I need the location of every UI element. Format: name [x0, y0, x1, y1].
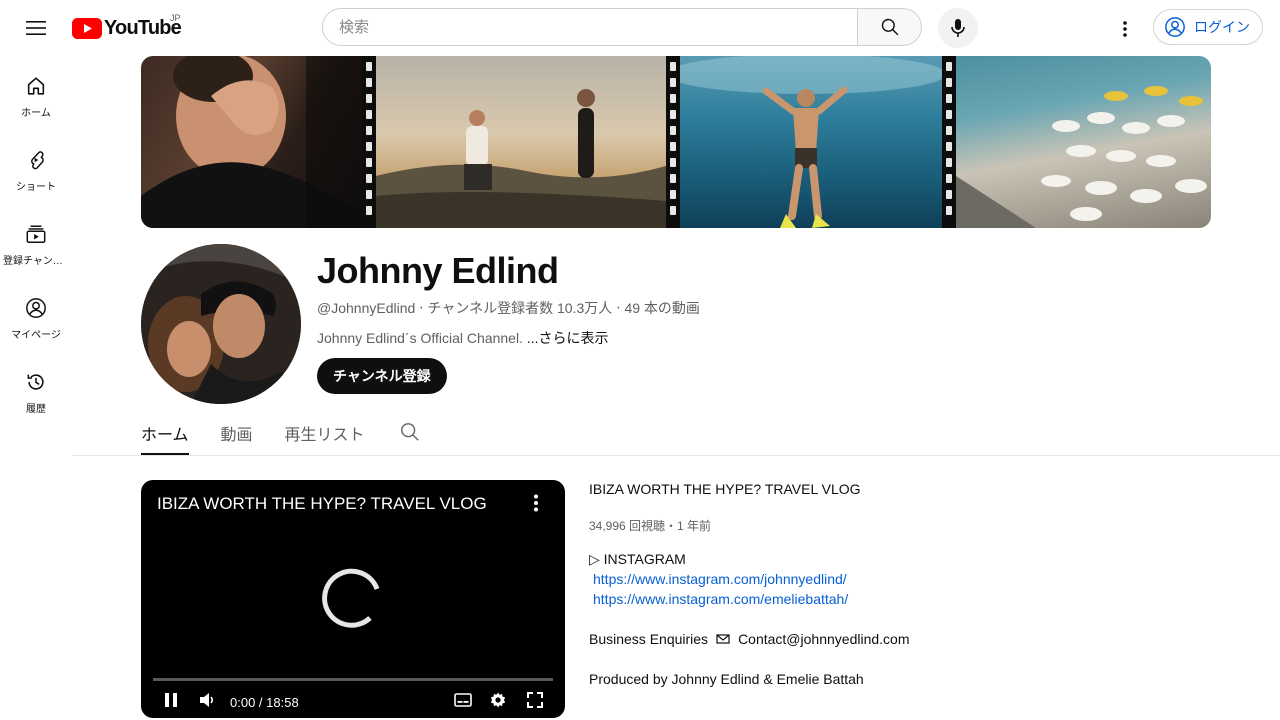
subtitles-button[interactable]	[454, 690, 472, 715]
channel-description[interactable]: Johnny Edlind´s Official Channel. ...さらに…	[317, 328, 609, 348]
banner-photo-proposal	[376, 56, 666, 228]
channel-handle: @JohnnyEdlind	[317, 300, 416, 316]
banner-proposal-art	[376, 89, 666, 228]
channel-banner	[141, 56, 1211, 228]
settings-more-button[interactable]	[1108, 12, 1142, 46]
tab-videos[interactable]: 動画	[221, 413, 253, 455]
business-enquiries-line: Business Enquiries Contact@johnnyedlind.…	[589, 631, 909, 647]
search-icon	[400, 423, 419, 441]
loading-spinner-icon	[322, 568, 380, 628]
mini-guide: ホーム ショート 登録チャンネル マイページ 履歴	[0, 56, 72, 426]
channel-avatar	[141, 244, 301, 404]
meta-separator: ‧	[419, 300, 428, 316]
volume-icon	[200, 693, 214, 707]
guide-item-subscriptions[interactable]: 登録チャンネル	[0, 204, 72, 278]
player-controls: 0:00 / 18:58	[141, 684, 565, 718]
youtube-play-logo-icon	[72, 17, 102, 39]
subtitles-icon	[454, 693, 472, 707]
instagram-heading: ▷ INSTAGRAM	[589, 551, 686, 567]
search-box	[322, 8, 858, 46]
produced-by-line: Produced by Johnny Edlind & Emelie Batta…	[589, 671, 864, 687]
guide-item-you[interactable]: マイページ	[0, 278, 72, 352]
microphone-icon	[951, 19, 965, 37]
avatar-couple-photo	[141, 244, 301, 404]
fullscreen-button[interactable]	[526, 690, 544, 715]
account-circle-icon	[1165, 17, 1185, 37]
subscriber-count: チャンネル登録者数 10.3万人	[427, 300, 613, 316]
tabs-divider	[72, 455, 1280, 456]
guide-item-label: ショート	[16, 182, 56, 193]
time-display: 0:00 / 18:58	[230, 695, 299, 710]
guide-item-history[interactable]: 履歴	[0, 352, 72, 426]
guide-item-shorts[interactable]: ショート	[0, 130, 72, 204]
video-count: 49 本の動画	[624, 300, 700, 316]
featured-video-title[interactable]: IBIZA WORTH THE HYPE? TRAVEL VLOG	[589, 481, 861, 497]
fullscreen-icon	[527, 692, 543, 708]
banner-photo-underwater	[666, 56, 956, 228]
mute-button[interactable]	[198, 690, 216, 715]
more-vertical-icon	[534, 494, 538, 512]
home-icon	[27, 77, 45, 95]
banner-beach-art	[956, 86, 1207, 228]
banner-underwater-art	[666, 56, 946, 228]
player-title[interactable]: IBIZA WORTH THE HYPE? TRAVEL VLOG	[157, 494, 487, 514]
logo-region-code: JP	[170, 13, 181, 23]
tab-home[interactable]: ホーム	[141, 413, 189, 455]
banner-photo-beach	[956, 56, 1211, 228]
guide-item-label: ホーム	[21, 108, 51, 119]
business-enquiries-label: Business Enquiries	[589, 631, 709, 647]
login-button[interactable]: ログイン	[1153, 9, 1263, 45]
mail-icon	[716, 634, 730, 644]
guide-item-label: 登録チャンネル	[3, 256, 69, 267]
subscriptions-icon	[26, 225, 46, 243]
channel-description-text: Johnny Edlind´s Official Channel.	[317, 330, 527, 346]
you-icon	[26, 298, 46, 318]
progress-bar[interactable]	[153, 678, 553, 681]
player-more-button[interactable]	[533, 494, 539, 517]
guide-menu-button[interactable]	[20, 12, 52, 44]
more-vertical-icon	[1123, 21, 1127, 37]
history-icon	[27, 374, 44, 390]
tab-search-button[interactable]	[399, 413, 421, 448]
channel-name: Johnny Edlind	[317, 250, 559, 291]
business-email: Contact@johnnyedlind.com	[738, 631, 910, 647]
tab-playlists[interactable]: 再生リスト	[285, 413, 365, 455]
search-button[interactable]	[858, 8, 922, 46]
featured-video-stats: 34,996 回視聴・1 年前	[589, 519, 712, 533]
guide-item-home[interactable]: ホーム	[0, 56, 72, 130]
film-strip	[362, 56, 376, 228]
instagram-link-emelie[interactable]: https://www.instagram.com/emeliebattah/	[593, 591, 848, 607]
voice-search-button[interactable]	[938, 8, 978, 48]
shorts-icon	[31, 151, 44, 170]
gear-icon	[490, 692, 506, 708]
masthead: YouTube JP ログイン	[0, 0, 1280, 56]
pause-button[interactable]	[163, 690, 179, 715]
show-more-link[interactable]: ...さらに表示	[527, 330, 609, 346]
film-strip	[666, 56, 680, 228]
hamburger-icon	[26, 21, 46, 35]
settings-button[interactable]	[489, 690, 507, 715]
pause-icon	[165, 693, 177, 707]
channel-tabs: ホーム 動画 再生リスト	[141, 413, 421, 455]
youtube-logo[interactable]: YouTube	[72, 17, 182, 39]
search-icon	[881, 18, 898, 36]
guide-item-label: 履歴	[26, 404, 46, 415]
film-strip	[942, 56, 956, 228]
instagram-link-johnny[interactable]: https://www.instagram.com/johnnyedlind/	[593, 571, 847, 587]
search-input[interactable]	[323, 9, 839, 45]
subscribe-button[interactable]: チャンネル登録	[317, 358, 447, 394]
channel-metadata: @JohnnyEdlind ‧ チャンネル登録者数 10.3万人 ‧ 49 本の…	[317, 298, 700, 318]
featured-video-player[interactable]: IBIZA WORTH THE HYPE? TRAVEL VLOG 0:00 /…	[141, 480, 565, 718]
guide-item-label: マイページ	[11, 330, 61, 341]
banner-couple-art	[141, 56, 376, 228]
login-label: ログイン	[1194, 19, 1250, 35]
banner-photo-couple	[141, 56, 376, 228]
